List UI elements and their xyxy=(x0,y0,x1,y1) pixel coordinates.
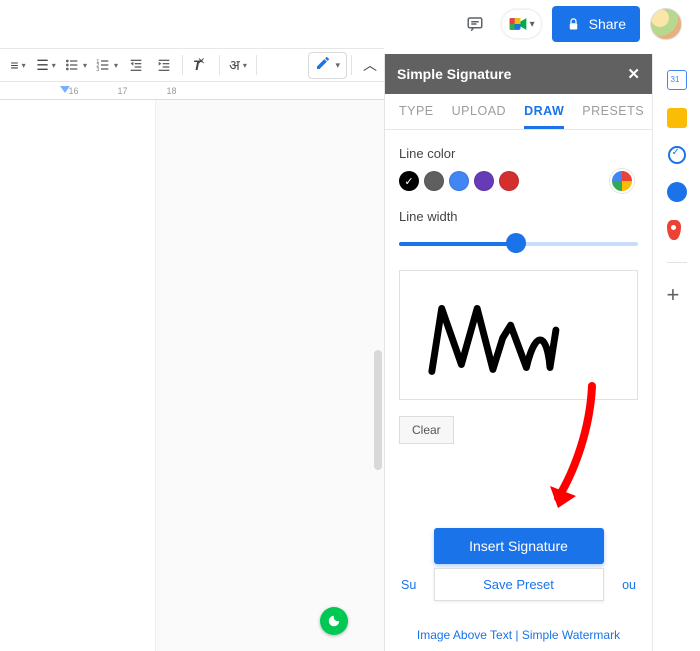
link-image-above-text[interactable]: Image Above Text xyxy=(417,628,512,642)
indent-decrease-icon xyxy=(128,57,144,73)
ruler[interactable]: 16 17 18 xyxy=(0,82,384,100)
lock-icon xyxy=(566,17,581,32)
tab-type[interactable]: TYPE xyxy=(399,104,434,129)
chevron-down-icon: ▾ xyxy=(530,19,535,30)
side-panel: + xyxy=(652,54,700,651)
indent-increase-icon xyxy=(156,57,172,73)
numbered-list-icon: 123 xyxy=(95,57,111,73)
document-area xyxy=(0,100,384,651)
swatch-purple[interactable] xyxy=(474,171,494,191)
linespacing-icon: ☰ xyxy=(36,57,49,74)
toolbar: ≡ ☰ 123 T✕ अ ▾ ︿ xyxy=(0,48,384,82)
link-simple-watermark[interactable]: Simple Watermark xyxy=(522,628,620,642)
insert-signature-button[interactable]: Insert Signature xyxy=(434,528,604,564)
slider-fill xyxy=(399,242,516,246)
support-text-right: ou xyxy=(622,578,636,592)
pencil-icon xyxy=(315,55,331,76)
save-preset-button[interactable]: Save Preset xyxy=(434,568,604,601)
tab-presets[interactable]: PRESETS xyxy=(582,104,644,129)
close-icon[interactable]: ✕ xyxy=(627,65,640,83)
comments-icon[interactable] xyxy=(459,8,491,40)
swatch-red[interactable] xyxy=(499,171,519,191)
share-button[interactable]: Share xyxy=(552,6,640,42)
editing-mode-button[interactable]: ▾ xyxy=(308,52,347,79)
signature-drawing xyxy=(400,271,637,399)
separator xyxy=(219,55,220,75)
keep-icon[interactable] xyxy=(667,108,687,128)
share-button-label: Share xyxy=(589,16,626,32)
maps-icon[interactable] xyxy=(667,220,687,240)
swatch-grey[interactable] xyxy=(424,171,444,191)
color-swatches xyxy=(399,169,638,193)
app-header: ▾ Share xyxy=(0,0,700,48)
tasks-icon[interactable] xyxy=(668,146,686,164)
swatch-black[interactable] xyxy=(399,171,419,191)
tab-upload[interactable]: UPLOAD xyxy=(452,104,506,129)
decrease-indent-button[interactable] xyxy=(122,52,150,78)
panel-tabs: TYPE UPLOAD DRAW PRESETS xyxy=(385,94,652,130)
panel-header: Simple Signature ✕ xyxy=(385,54,652,94)
custom-color-button[interactable] xyxy=(610,169,634,193)
contacts-icon[interactable] xyxy=(667,182,687,202)
meet-button[interactable]: ▾ xyxy=(501,9,542,39)
scrollbar-thumb[interactable] xyxy=(374,350,382,470)
input-tools-label: अ xyxy=(229,56,240,75)
separator xyxy=(351,55,352,75)
align-icon: ≡ xyxy=(10,57,18,73)
input-tools-menu[interactable]: अ xyxy=(224,52,252,78)
chevron-down-icon: ▾ xyxy=(335,60,340,71)
explore-button[interactable] xyxy=(320,607,348,635)
ruler-indent-marker[interactable] xyxy=(60,86,70,93)
slider-knob[interactable] xyxy=(507,234,525,252)
signature-canvas[interactable] xyxy=(399,270,638,400)
line-width-label: Line width xyxy=(399,209,638,224)
collapse-panel-button[interactable]: ︿ xyxy=(356,52,384,78)
line-color-label: Line color xyxy=(399,146,638,161)
ruler-tick: 18 xyxy=(147,86,196,96)
footer-links: Image Above Text | Simple Watermark xyxy=(385,628,652,642)
bulleted-list-menu[interactable] xyxy=(60,52,91,78)
bulleted-list-icon xyxy=(64,57,80,73)
chevron-up-icon: ︿ xyxy=(363,55,377,75)
addon-panel: Simple Signature ✕ TYPE UPLOAD DRAW PRES… xyxy=(384,54,652,651)
google-meet-icon xyxy=(508,14,528,34)
clear-formatting-button[interactable]: T✕ xyxy=(187,52,215,78)
side-panel-divider xyxy=(667,262,687,263)
support-text-left: Su xyxy=(401,578,416,592)
get-addons-button[interactable]: + xyxy=(667,285,687,305)
avatar[interactable] xyxy=(650,8,682,40)
linespacing-menu[interactable]: ☰ xyxy=(32,52,60,78)
support-row: Su ou Save Preset xyxy=(385,572,652,608)
ruler-tick: 17 xyxy=(98,86,147,96)
increase-indent-button[interactable] xyxy=(150,52,178,78)
numbered-list-menu[interactable]: 123 xyxy=(91,52,122,78)
svg-text:3: 3 xyxy=(96,67,99,73)
separator xyxy=(256,55,257,75)
align-menu[interactable]: ≡ xyxy=(4,52,32,78)
separator xyxy=(182,55,183,75)
panel-title: Simple Signature xyxy=(397,66,511,82)
swatch-blue[interactable] xyxy=(449,171,469,191)
calendar-icon[interactable] xyxy=(667,70,687,90)
moon-icon xyxy=(327,614,341,628)
clear-button[interactable]: Clear xyxy=(399,416,454,444)
document-page[interactable] xyxy=(155,100,384,651)
tab-draw[interactable]: DRAW xyxy=(524,104,564,129)
line-width-slider[interactable] xyxy=(399,232,638,256)
ruler-tick: 16 xyxy=(49,86,98,96)
